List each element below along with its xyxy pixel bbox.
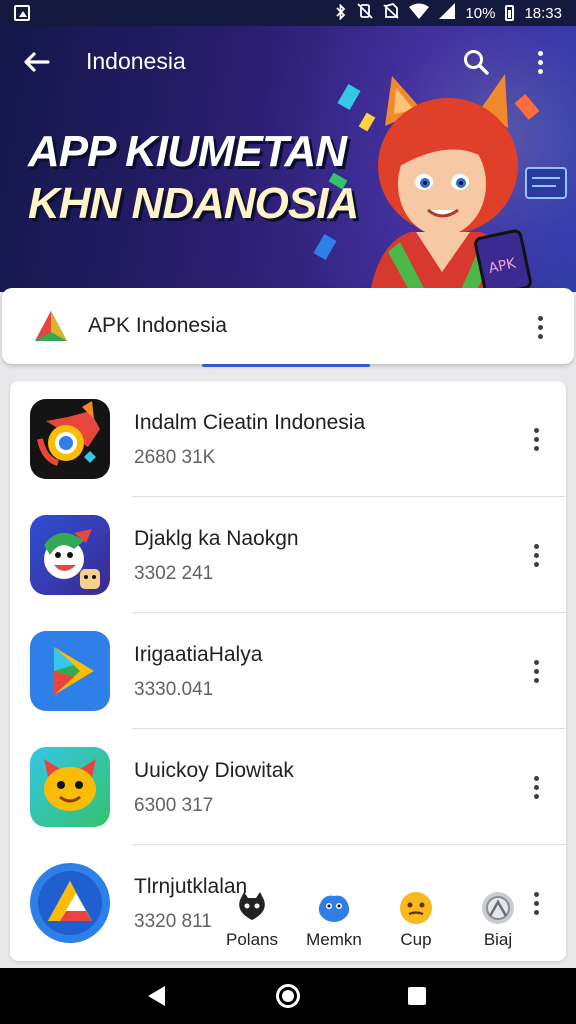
- app-list: Indalm Cieatin Indonesia 2680 31K Djaklg…: [10, 381, 566, 961]
- app-meta: 3330.041: [134, 679, 214, 700]
- app-meta: 2680 31K: [134, 447, 216, 468]
- mini-tab-polans[interactable]: Polans: [218, 890, 286, 952]
- more-vert-icon: [533, 427, 539, 451]
- mini-tab-label: Biaj: [483, 930, 513, 949]
- nav-home-icon[interactable]: [276, 984, 300, 1008]
- featured-app-card[interactable]: APK Indonesia: [2, 288, 574, 364]
- page-indicator: [202, 364, 370, 367]
- back-button[interactable]: [20, 46, 52, 78]
- mini-tab-label: Polans: [226, 930, 278, 949]
- play-triangle-icon: [30, 631, 110, 711]
- app-meta: 3320 811: [134, 911, 212, 932]
- no-sim-icon: [383, 2, 400, 24]
- list-item[interactable]: IrigaatiaHalya 3330.041: [10, 613, 566, 729]
- battery-level: 10%: [465, 4, 496, 22]
- black-cat-icon: [239, 892, 265, 920]
- app-name: Uuickoy Diowitak: [134, 759, 294, 782]
- apk-logo-icon: [35, 311, 67, 341]
- app-notification-icon: [14, 5, 30, 21]
- list-item[interactable]: Djaklg ka Naokgn 3302 241: [10, 497, 566, 613]
- app-name: IrigaatiaHalya: [134, 643, 263, 666]
- list-item[interactable]: Uuickoy Diowitak 6300 317: [10, 729, 566, 845]
- list-item[interactable]: Indalm Cieatin Indonesia 2680 31K: [10, 381, 566, 497]
- hero-banner: Indonesia APP KIUMETAN KHN NDANOSIA APK: [0, 26, 576, 292]
- drive-triangle-icon: [30, 863, 110, 943]
- more-vert-icon: [537, 315, 543, 339]
- mini-tab-memkn[interactable]: Memkn: [300, 890, 368, 952]
- cartoon-character-icon: [30, 515, 110, 595]
- mini-tab-cup[interactable]: Cup: [382, 890, 450, 952]
- yellow-creature-icon: [30, 747, 110, 827]
- more-vert-icon: [533, 775, 539, 799]
- row-overflow-button[interactable]: [524, 537, 548, 573]
- signal-icon: [439, 2, 456, 24]
- blue-monster-icon: [318, 895, 350, 922]
- grey-mascot-icon: [482, 892, 514, 924]
- mascot-illustration: APK: [370, 74, 567, 292]
- app-name: Djaklg ka Naokgn: [134, 527, 299, 550]
- mini-category-tabs: Polans Memkn Cup Biaj: [218, 890, 532, 952]
- nav-back-icon[interactable]: [148, 986, 165, 1006]
- row-overflow-button[interactable]: [524, 769, 548, 805]
- hero-headline: APP KIUMETAN KHN NDANOSIA: [28, 126, 368, 230]
- status-bar: 10% 18:33: [0, 0, 576, 26]
- app-name: Indalm Cieatin Indonesia: [134, 411, 366, 434]
- nav-recents-icon[interactable]: [408, 987, 426, 1005]
- fox-chrome-icon: [30, 399, 110, 479]
- clock: 18:33: [524, 4, 562, 22]
- featured-app-title: APK Indonesia: [88, 314, 227, 337]
- featured-overflow-button[interactable]: [528, 310, 552, 344]
- mini-tab-label: Cup: [400, 930, 432, 949]
- row-overflow-button[interactable]: [524, 421, 548, 457]
- battery-icon: [505, 5, 515, 21]
- wifi-icon: [409, 3, 430, 24]
- system-nav-bar: [0, 968, 576, 1024]
- mini-tab-biaj[interactable]: Biaj: [464, 890, 532, 952]
- arrow-left-icon: [24, 52, 50, 72]
- headline-line-2: KHN NDANOSIA: [28, 179, 359, 228]
- bluetooth-icon: [335, 2, 347, 23]
- page-title: Indonesia: [86, 48, 186, 74]
- headline-line-1: APP KIUMETAN: [28, 127, 347, 176]
- more-vert-icon: [533, 543, 539, 567]
- more-vert-icon: [533, 891, 539, 915]
- row-overflow-button[interactable]: [524, 653, 548, 689]
- yellow-face-icon: [400, 892, 432, 924]
- more-vert-icon: [533, 659, 539, 683]
- mini-tab-label: Memkn: [306, 930, 362, 949]
- vibrate-icon: [357, 2, 374, 24]
- app-meta: 6300 317: [134, 795, 214, 816]
- app-meta: 3302 241: [134, 563, 214, 584]
